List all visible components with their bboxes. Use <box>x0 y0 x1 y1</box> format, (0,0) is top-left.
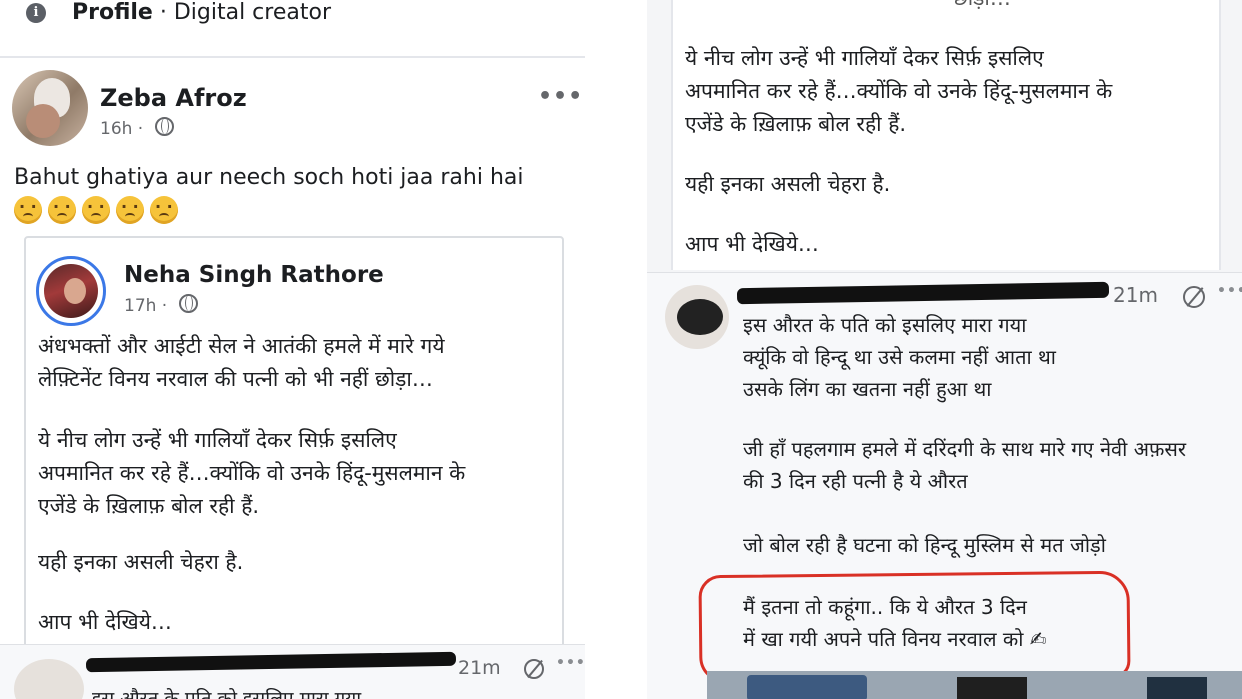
profile-header: i Profile · Digital creator <box>0 0 585 34</box>
embedded-tweet: 21m ••• इस औरत के पति को इसलिए मारा गया <box>0 644 585 699</box>
tweet-partial-line: इस औरत के पति को इसलिए मारा गया <box>92 688 362 699</box>
avatar <box>14 659 84 699</box>
cut-off-line: छोड़ा… <box>953 0 1011 15</box>
post-text: Bahut ghatiya aur neech soch hoti jaa ra… <box>14 165 524 190</box>
avatar[interactable] <box>12 70 88 146</box>
shared-post-card-continued: छोड़ा… ये नीच लोग उन्हें भी गालियाँ देकर… <box>671 0 1221 270</box>
globe-icon <box>178 294 198 313</box>
angry-face-emoji-icon <box>14 196 42 224</box>
tweet-more-button[interactable]: ••• <box>556 655 585 671</box>
avatar[interactable] <box>36 256 106 326</box>
angry-face-emoji-icon <box>150 196 178 224</box>
left-screenshot: i Profile · Digital creator Zeba Afroz 1… <box>0 0 585 699</box>
angry-face-emoji-icon <box>48 196 76 224</box>
right-paragraph-3: आप भी देखिये… <box>685 232 819 256</box>
redaction-scribble <box>85 651 457 673</box>
tweet-time: 21m <box>458 657 501 679</box>
post-time[interactable]: 16h <box>100 119 132 139</box>
emoji-row <box>14 196 184 228</box>
shared-author-name[interactable]: Neha Singh Rathore <box>124 262 384 288</box>
tweet-time: 21m <box>1113 283 1158 307</box>
globe-icon <box>154 117 174 136</box>
shared-paragraph-4: आप भी देखिये… <box>38 610 172 634</box>
post-meta: 16h · <box>100 117 174 139</box>
tweet-paragraph-2: जी हाँ पहलगाम हमले में दरिंदगी के साथ मा… <box>743 437 1187 493</box>
divider <box>0 56 585 58</box>
right-screenshot: छोड़ा… ये नीच लोग उन्हें भी गालियाँ देकर… <box>647 0 1242 699</box>
post-author-name[interactable]: Zeba Afroz <box>100 84 247 112</box>
profile-title: Profile <box>72 0 153 25</box>
info-icon[interactable]: i <box>26 3 46 23</box>
shared-post-card[interactable]: Neha Singh Rathore 17h · अंधभक्तों और आई… <box>24 236 564 699</box>
image-gap <box>585 0 647 699</box>
shared-paragraph-2: ये नीच लोग उन्हें भी गालियाँ देकर सिर्फ़… <box>38 428 466 518</box>
mute-icon[interactable] <box>524 659 544 679</box>
shared-paragraph-3: यही इनका असली चेहरा है. <box>38 550 244 574</box>
tweet-more-button[interactable]: ••• <box>1217 283 1242 299</box>
angry-face-emoji-icon <box>116 196 144 224</box>
tweet-paragraph-1: इस औरत के पति को इसलिए मारा गया क्यूंकि … <box>743 313 1056 401</box>
more-options-button[interactable]: ••• <box>538 84 583 109</box>
mute-icon[interactable] <box>1183 286 1205 308</box>
right-paragraph-2: यही इनका असली चेहरा है. <box>685 172 891 196</box>
shared-post-meta: 17h · <box>124 294 198 316</box>
highlight-box <box>698 570 1131 684</box>
right-paragraph-1: ये नीच लोग उन्हें भी गालियाँ देकर सिर्फ़… <box>685 46 1113 136</box>
tweet-paragraph-3: जो बोल रही है घटना को हिन्दू मुस्लिम से … <box>743 533 1106 557</box>
embedded-tweet: 21m ••• इस औरत के पति को इसलिए मारा गया … <box>647 272 1242 699</box>
angry-face-emoji-icon <box>82 196 110 224</box>
profile-subtitle: Digital creator <box>173 0 331 25</box>
media-thumbnail[interactable] <box>707 671 1242 699</box>
shared-post-time[interactable]: 17h <box>124 296 156 316</box>
redaction-scribble <box>736 281 1110 305</box>
shared-paragraph-1: अंधभक्तों और आईटी सेल ने आतंकी हमले में … <box>38 334 445 391</box>
